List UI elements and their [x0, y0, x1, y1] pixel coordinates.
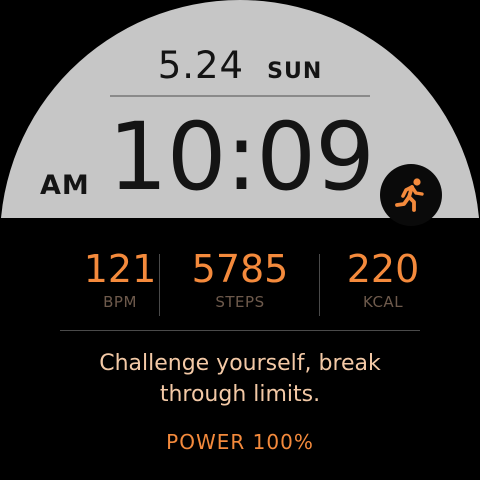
power-label: POWER — [166, 430, 246, 454]
stats-row: 121 BPM 5785 STEPS 220 KCAL — [60, 246, 420, 320]
ampm-indicator: AM — [40, 170, 90, 201]
power-value: 100% — [252, 430, 314, 454]
stat-value: 121 — [83, 247, 157, 291]
stat-value: 5785 — [191, 247, 289, 291]
stat-label: STEPS — [215, 293, 265, 311]
date-text: 5.24 — [157, 44, 245, 87]
stat-label: KCAL — [362, 293, 404, 311]
stat-separator — [319, 254, 320, 316]
time-display[interactable]: 10:09 — [108, 102, 375, 215]
motto-line: Challenge yourself, break — [99, 351, 381, 376]
date-divider — [110, 95, 370, 97]
date-row: 5.24 SUN — [0, 44, 480, 92]
motto-line: through limits. — [159, 382, 321, 407]
stat-heart-rate[interactable]: 121 BPM — [60, 246, 180, 311]
stat-calories[interactable]: 220 KCAL — [323, 246, 443, 311]
motto-text: Challenge yourself, break through limits… — [60, 348, 420, 410]
weekday-text: SUN — [267, 59, 323, 84]
stat-value: 220 — [346, 247, 420, 291]
stat-steps[interactable]: 5785 STEPS — [180, 246, 300, 311]
stat-label: BPM — [103, 293, 137, 311]
workout-button[interactable] — [380, 164, 442, 226]
stat-separator — [159, 254, 160, 316]
power-indicator: POWER 100% — [0, 430, 480, 454]
running-person-icon — [395, 178, 424, 212]
stats-divider — [60, 330, 420, 331]
